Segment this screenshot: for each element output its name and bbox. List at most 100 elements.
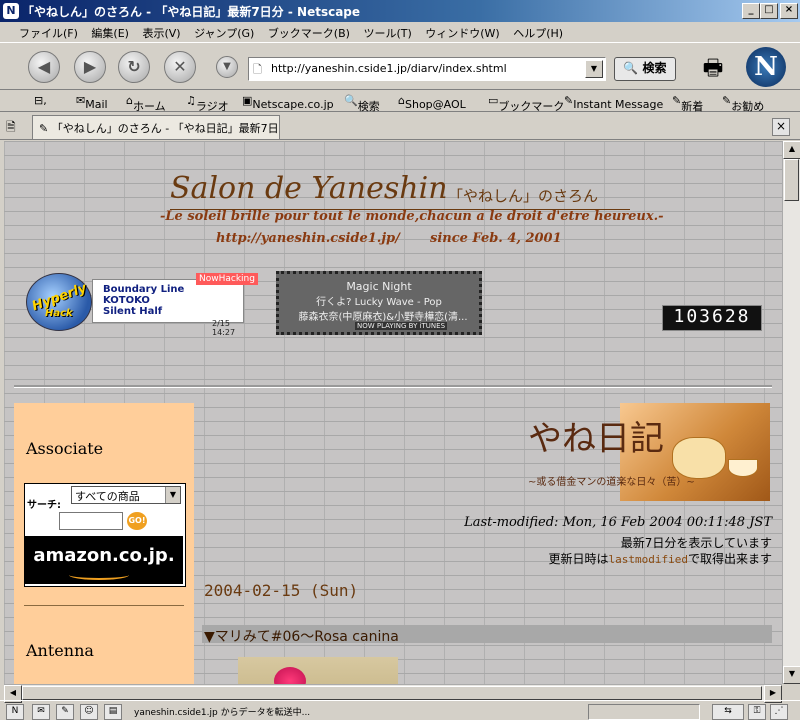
url-bar[interactable]: 🗋 http://yaneshin.cside1.jp/diarv/index.… (248, 57, 606, 81)
navigation-toolbar: ◀ ▶ ↻ ✕ ▼ 🗋 http://yaneshin.cside1.jp/di… (0, 42, 800, 90)
sidebar-divider (24, 605, 184, 606)
im-icon[interactable]: ☺ (80, 704, 98, 720)
chevron-down-icon: ▼ (165, 487, 180, 503)
menu-view[interactable]: 表示(V) (137, 22, 185, 41)
toolbar-bookmarks[interactable]: ▭ ブックマーク (488, 94, 564, 113)
menu-help[interactable]: ヘルプ(H) (508, 22, 568, 41)
arrow-left-icon: ◀ (37, 57, 51, 76)
amazon-go-button[interactable]: GO! (127, 512, 147, 530)
tab-bar: 🗎 ✎ 「やねしん」のさろん - 「やね日記」最新7日分 × (0, 112, 800, 140)
netscape-logo-icon[interactable]: N (746, 47, 786, 87)
resize-grip-icon[interactable]: ⋰ (770, 704, 788, 720)
close-window-button[interactable]: × (780, 3, 798, 19)
itunes-artist-line: 藤森衣奈(中原麻衣)&小野寺樺恋(清... (298, 312, 468, 323)
stop-icon: ✕ (173, 57, 187, 76)
amazon-search-label: サーチ: (27, 500, 61, 511)
connection-icon: ⇆ (712, 704, 744, 720)
home-tab-icon[interactable]: ⊟, (34, 94, 47, 107)
toolbar-radio[interactable]: ♫ ラジオ (186, 94, 229, 113)
showing-notice: 最新7日分を表示しています (620, 536, 772, 550)
toolbar-search[interactable]: 🔍 検索 (344, 94, 380, 113)
url-dropdown-button[interactable]: ▼ (585, 60, 603, 78)
menu-bar: ファイル(F) 編集(E) 表示(V) ジャンプ(G) ブックマーク(B) ツー… (0, 22, 800, 42)
itunes-track-line: 行くよ? Lucky Wave - Pop (316, 297, 442, 308)
toolbar-instant-message[interactable]: ✎ Instant Message (564, 94, 663, 111)
rose-icon (274, 667, 306, 684)
toolbar-recommended[interactable]: ✎ お勧め (722, 94, 764, 113)
forward-button[interactable]: ▶ (74, 51, 106, 83)
entry-date: 2004-02-15 (Sun) (204, 581, 359, 600)
diary-subtitle: ~或る借金マンの道楽な日々（苦）~ (528, 477, 695, 488)
toolbar-new[interactable]: ✎ 新着 (672, 94, 703, 113)
itunes-now-playing-widget[interactable]: Magic Night 行くよ? Lucky Wave - Pop 藤森衣奈(中… (276, 271, 482, 335)
amazon-search-widget: サーチ: すべての商品 ▼ GO! amazon.co.jp. (24, 483, 186, 587)
horizontal-scroll-thumb[interactable] (22, 686, 762, 700)
menu-edit[interactable]: 編集(E) (86, 22, 134, 41)
reload-icon: ↻ (127, 57, 141, 76)
antenna-heading: Antenna (26, 641, 94, 660)
toolbar-mail[interactable]: ✉ Mail (76, 94, 108, 111)
menu-window[interactable]: ウィンドウ(W) (420, 22, 504, 41)
security-icon[interactable]: ⚿ (748, 704, 766, 720)
rose-image (238, 657, 398, 684)
status-bar: N ✉ ✎ ☺ ▤ yaneshin.cside1.jp からデータを転送中..… (0, 700, 800, 720)
close-tab-button[interactable]: × (772, 118, 790, 136)
netscape-status-icon[interactable]: N (6, 704, 24, 720)
menu-go[interactable]: ジャンプ(G) (189, 22, 259, 41)
minimize-button[interactable]: _ (742, 3, 760, 19)
entry-title[interactable]: ▼マリみて#06～Rosa canina (204, 626, 399, 646)
netscape-app-icon[interactable]: N (3, 3, 19, 19)
itunes-track-title: Magic Night (346, 280, 412, 293)
horizontal-scrollbar[interactable]: ◀ ▶ (4, 684, 782, 703)
visitor-counter: 103628 (662, 305, 762, 331)
arrow-right-icon: ▶ (83, 57, 97, 76)
composer-icon[interactable]: ✎ (56, 704, 74, 720)
reload-button[interactable]: ↻ (118, 51, 150, 83)
toolbar-shop[interactable]: ⌂ Shop@AOL (398, 94, 466, 111)
scroll-corner (782, 684, 800, 700)
diary-title: やね日記 (528, 419, 664, 459)
stop-button[interactable]: ✕ (164, 51, 196, 83)
menu-tools[interactable]: ツール(T) (358, 22, 416, 41)
hack-time: 2/15 14:27 (212, 319, 236, 337)
teacup-icon (728, 459, 758, 477)
header-divider (14, 385, 772, 388)
hyperlyhack-widget[interactable]: Boundary Line KOTOKO Silent Half Hyperly… (26, 269, 258, 337)
history-dropdown-button[interactable]: ▼ (216, 56, 238, 78)
amazon-category-select[interactable]: すべての商品 ▼ (71, 486, 181, 504)
back-button[interactable]: ◀ (28, 51, 60, 83)
title-bar[interactable]: N 「やねしん」のさろん - 「やね日記」最新7日分 - Netscape _ … (0, 0, 800, 22)
lastmodified-link[interactable]: lastmodified (609, 553, 688, 566)
new-tab-icon[interactable]: 🗎 (6, 118, 24, 134)
print-icon[interactable]: 🖶 (698, 51, 728, 81)
url-input[interactable]: http://yaneshin.cside1.jp/diarv/index.sh… (271, 62, 507, 75)
menu-file[interactable]: ファイル(F) (14, 22, 83, 41)
amazon-smile-icon (69, 570, 129, 580)
status-message: yaneshin.cside1.jp からデータを転送中... (134, 708, 311, 718)
toolbar-netscape[interactable]: ▣ Netscape.co.jp (242, 94, 334, 111)
tab-current[interactable]: ✎ 「やねしん」のさろん - 「やね日記」最新7日分 (32, 115, 280, 139)
menu-bookmarks[interactable]: ブックマーク(B) (263, 22, 355, 41)
site-url: http://yaneshin.cside1.jp/ (216, 231, 400, 246)
sidebar: Associate サーチ: すべての商品 ▼ GO! amazon.co.jp… (14, 403, 194, 684)
vertical-scroll-thumb[interactable] (784, 159, 799, 201)
progress-bar (588, 704, 700, 720)
amazon-search-input[interactable] (59, 512, 123, 530)
personal-toolbar: ⊟, ✉ Mail ⌂ ホーム ♫ ラジオ ▣ Netscape.co.jp 🔍… (0, 90, 800, 113)
vertical-scrollbar[interactable]: ▲ ▼ (782, 141, 800, 684)
search-button[interactable]: 🔍 検索 (614, 57, 676, 81)
scroll-down-button[interactable]: ▼ (783, 666, 800, 684)
window-title: 「やねしん」のさろん - 「やね日記」最新7日分 - Netscape (22, 5, 361, 19)
amazon-logo[interactable]: amazon.co.jp. (25, 536, 183, 584)
now-playing-panel: Boundary Line KOTOKO Silent Half (92, 279, 244, 323)
page-icon: ✎ (39, 122, 52, 135)
mail-icon[interactable]: ✉ (32, 704, 50, 720)
itunes-footer: NOW PLAYING BY iTUNES (355, 322, 448, 330)
maximize-button[interactable]: □ (760, 3, 778, 19)
page-icon: 🗋 (253, 63, 262, 76)
toolbar-home[interactable]: ⌂ ホーム (126, 94, 166, 113)
site-title-jp: 「やねしん」のさろん (448, 187, 599, 205)
site-since: since Feb. 4, 2001 (430, 231, 562, 246)
address-book-icon[interactable]: ▤ (104, 704, 122, 720)
scroll-up-button[interactable]: ▲ (783, 141, 800, 159)
